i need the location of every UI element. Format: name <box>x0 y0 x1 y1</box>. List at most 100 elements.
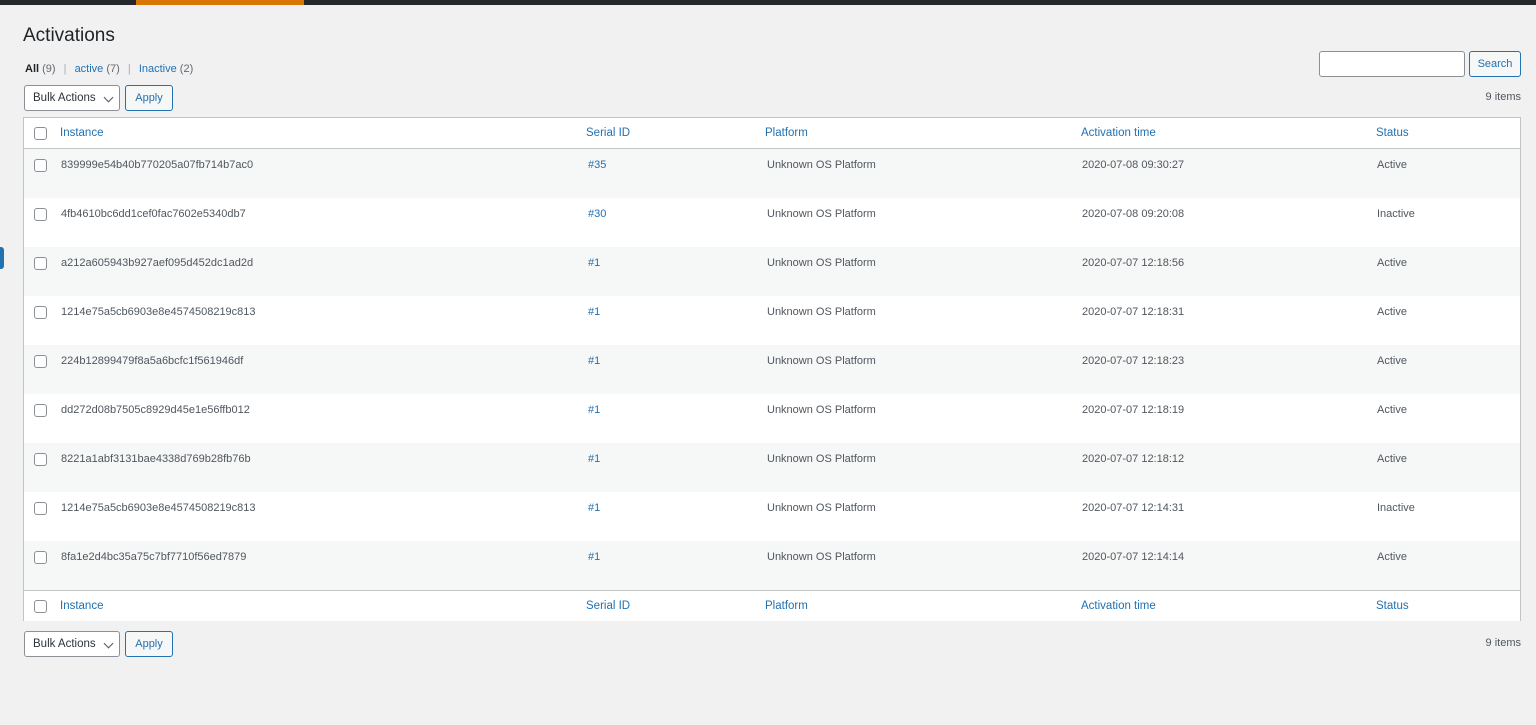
items-count-bottom: 9 items <box>1485 637 1521 649</box>
bulk-actions-select-bottom[interactable]: Bulk Actions <box>24 631 120 657</box>
serial-id-link[interactable]: #35 <box>588 159 606 171</box>
instance-cell: 8fa1e2d4bc35a75c7bf7710f56ed7879 <box>61 551 247 563</box>
platform-cell: Unknown OS Platform <box>767 502 876 514</box>
status-cell: Active <box>1377 257 1407 269</box>
instance-cell: 839999e54b40b770205a07fb714b7ac0 <box>61 159 254 171</box>
table-row: 1214e75a5cb6903e8e4574508219c813 #1 Unkn… <box>24 492 1520 541</box>
sidebar-collapse-handle[interactable] <box>0 247 4 269</box>
bulk-actions-select-top[interactable]: Bulk Actions <box>24 85 120 111</box>
table-row: 1214e75a5cb6903e8e4574508219c813 #1 Unkn… <box>24 296 1520 345</box>
admin-menu-active-indicator <box>136 0 304 5</box>
apply-button-bottom[interactable]: Apply <box>125 631 173 657</box>
filter-all-count: (9) <box>42 63 56 75</box>
bulk-actions-label: Bulk Actions <box>33 92 96 104</box>
table-row: 4fb4610bc6dd1cef0fac7602e5340db7 #30 Unk… <box>24 198 1520 247</box>
row-checkbox[interactable] <box>34 404 47 417</box>
status-cell: Active <box>1377 453 1407 465</box>
platform-cell: Unknown OS Platform <box>767 257 876 269</box>
status-cell: Active <box>1377 551 1407 563</box>
serial-id-link[interactable]: #1 <box>588 502 600 514</box>
instance-cell: dd272d08b7505c8929d45e1e56ffb012 <box>61 404 250 416</box>
serial-id-link[interactable]: #1 <box>588 306 600 318</box>
items-count-top: 9 items <box>1485 91 1521 103</box>
activation-time-cell: 2020-07-07 12:18:31 <box>1082 306 1185 318</box>
apply-button-top[interactable]: Apply <box>125 85 173 111</box>
platform-cell: Unknown OS Platform <box>767 355 876 367</box>
select-all-checkbox[interactable] <box>34 127 47 140</box>
serial-id-link[interactable]: #1 <box>588 551 600 563</box>
column-footer-status[interactable]: Status <box>1376 600 1409 612</box>
column-header-activation-time[interactable]: Activation time <box>1081 127 1156 139</box>
row-checkbox[interactable] <box>34 551 47 564</box>
row-checkbox[interactable] <box>34 257 47 270</box>
activation-time-cell: 2020-07-07 12:14:14 <box>1082 551 1185 563</box>
column-header-serial-id[interactable]: Serial ID <box>586 127 630 139</box>
row-checkbox[interactable] <box>34 502 47 515</box>
activations-table: Instance Serial ID Platform Activation t… <box>23 117 1521 621</box>
status-cell: Active <box>1377 404 1407 416</box>
column-header-instance[interactable]: Instance <box>60 127 103 139</box>
status-cell: Active <box>1377 355 1407 367</box>
page-title: Activations <box>23 25 115 46</box>
instance-cell: 1214e75a5cb6903e8e4574508219c813 <box>61 502 256 514</box>
activation-time-cell: 2020-07-07 12:18:56 <box>1082 257 1185 269</box>
chevron-down-icon <box>103 638 114 649</box>
filter-active-count: (7) <box>106 63 120 75</box>
table-footer: Instance Serial ID Platform Activation t… <box>24 590 1520 621</box>
status-cell: Active <box>1377 159 1407 171</box>
platform-cell: Unknown OS Platform <box>767 306 876 318</box>
status-cell: Inactive <box>1377 208 1415 220</box>
row-checkbox[interactable] <box>34 306 47 319</box>
table-row: 8221a1abf3131bae4338d769b28fb76b #1 Unkn… <box>24 443 1520 492</box>
column-footer-activation-time[interactable]: Activation time <box>1081 600 1156 612</box>
instance-cell: 4fb4610bc6dd1cef0fac7602e5340db7 <box>61 208 246 220</box>
serial-id-link[interactable]: #1 <box>588 257 600 269</box>
select-all-checkbox-footer[interactable] <box>34 600 47 613</box>
instance-cell: 224b12899479f8a5a6bcfc1f561946df <box>61 355 244 367</box>
filter-separator: | <box>127 63 131 75</box>
filter-inactive-count: (2) <box>179 63 194 75</box>
row-checkbox[interactable] <box>34 159 47 172</box>
platform-cell: Unknown OS Platform <box>767 404 876 416</box>
instance-cell: 1214e75a5cb6903e8e4574508219c813 <box>61 306 256 318</box>
instance-cell: a212a605943b927aef095d452dc1ad2d <box>61 257 254 269</box>
filter-inactive-link[interactable]: Inactive <box>139 63 177 75</box>
table-header: Instance Serial ID Platform Activation t… <box>24 118 1520 149</box>
instance-cell: 8221a1abf3131bae4338d769b28fb76b <box>61 453 251 465</box>
column-footer-instance[interactable]: Instance <box>60 600 103 612</box>
row-checkbox[interactable] <box>34 355 47 368</box>
activation-time-cell: 2020-07-07 12:18:23 <box>1082 355 1185 367</box>
table-row: 839999e54b40b770205a07fb714b7ac0 #35 Unk… <box>24 149 1520 198</box>
platform-cell: Unknown OS Platform <box>767 208 876 220</box>
table-row: a212a605943b927aef095d452dc1ad2d #1 Unkn… <box>24 247 1520 296</box>
status-filter-links: All (9) | active (7) | Inactive (2) <box>25 63 193 75</box>
row-checkbox[interactable] <box>34 208 47 221</box>
filter-separator: | <box>63 63 67 75</box>
table-row: 8fa1e2d4bc35a75c7bf7710f56ed7879 #1 Unkn… <box>24 541 1520 590</box>
column-header-platform[interactable]: Platform <box>765 127 808 139</box>
activation-time-cell: 2020-07-07 12:14:31 <box>1082 502 1185 514</box>
column-header-status[interactable]: Status <box>1376 127 1409 139</box>
serial-id-link[interactable]: #1 <box>588 404 600 416</box>
column-footer-serial-id[interactable]: Serial ID <box>586 600 630 612</box>
search-button[interactable]: Search <box>1469 51 1521 77</box>
column-footer-platform[interactable]: Platform <box>765 600 808 612</box>
search-input[interactable] <box>1319 51 1465 77</box>
chevron-down-icon <box>103 92 114 103</box>
filter-active-link[interactable]: active <box>75 63 104 75</box>
filter-all-link[interactable]: All <box>25 63 39 75</box>
serial-id-link[interactable]: #1 <box>588 453 600 465</box>
platform-cell: Unknown OS Platform <box>767 159 876 171</box>
activation-time-cell: 2020-07-07 12:18:12 <box>1082 453 1185 465</box>
status-cell: Active <box>1377 306 1407 318</box>
activation-time-cell: 2020-07-08 09:20:08 <box>1082 208 1185 220</box>
platform-cell: Unknown OS Platform <box>767 453 876 465</box>
serial-id-link[interactable]: #30 <box>588 208 606 220</box>
row-checkbox[interactable] <box>34 453 47 466</box>
table-row: dd272d08b7505c8929d45e1e56ffb012 #1 Unkn… <box>24 394 1520 443</box>
table-row: 224b12899479f8a5a6bcfc1f561946df #1 Unkn… <box>24 345 1520 394</box>
activation-time-cell: 2020-07-08 09:30:27 <box>1082 159 1185 171</box>
bulk-actions-label: Bulk Actions <box>33 638 96 650</box>
platform-cell: Unknown OS Platform <box>767 551 876 563</box>
serial-id-link[interactable]: #1 <box>588 355 600 367</box>
